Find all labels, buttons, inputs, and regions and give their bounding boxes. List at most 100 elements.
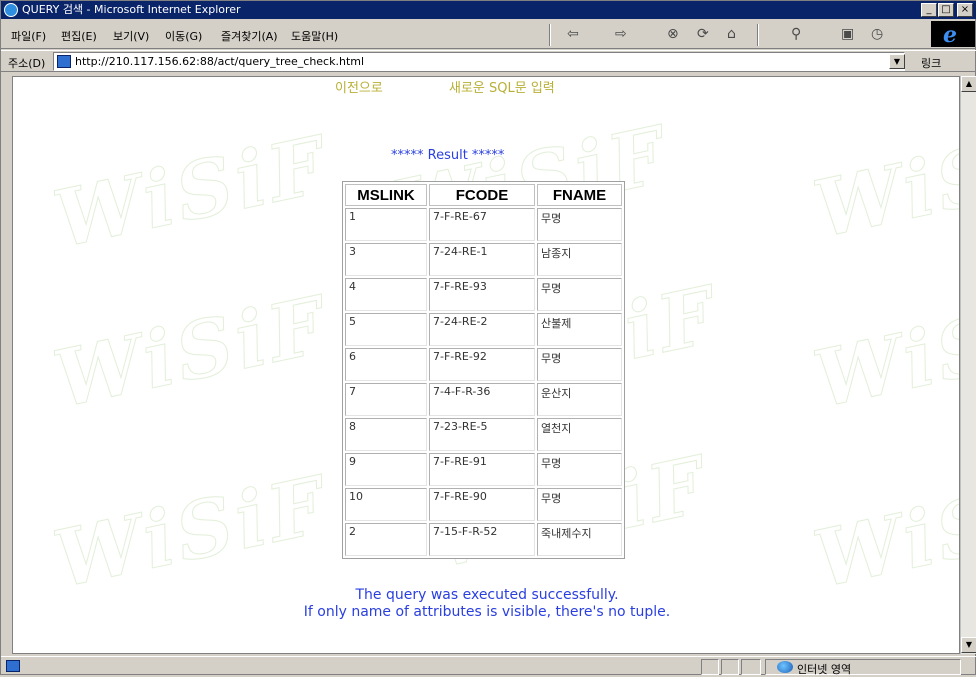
cell-fname: 남종지 <box>537 243 622 276</box>
cell-fcode: 7-F-RE-92 <box>429 348 535 381</box>
window-title: QUERY 검색 - Microsoft Internet Explorer <box>22 3 241 16</box>
history-icon[interactable]: ◷ <box>871 26 883 42</box>
column-header-mslink: MSLINK <box>345 184 427 206</box>
toolbar-separator <box>549 24 551 46</box>
address-bar-row: 주소(D) http://210.117.156.62:88/act/query… <box>1 50 976 72</box>
watermark: WiSiF <box>806 279 960 427</box>
page-status-icon <box>6 660 20 672</box>
page-icon <box>57 55 71 68</box>
cell-mslink: 8 <box>345 418 427 451</box>
cell-mslink: 1 <box>345 208 427 241</box>
cell-fname: 운산지 <box>537 383 622 416</box>
cell-fcode: 7-F-RE-67 <box>429 208 535 241</box>
ie-logo: e <box>931 21 975 48</box>
menu-edit[interactable]: 편집(E) <box>61 28 97 44</box>
cell-fname: 무명 <box>537 208 622 241</box>
refresh-icon[interactable]: ⟳ <box>697 26 709 42</box>
cell-fcode: 7-F-RE-93 <box>429 278 535 311</box>
title-bar: QUERY 검색 - Microsoft Internet Explorer _… <box>1 1 976 19</box>
watermark: WiSiF <box>806 459 960 607</box>
watermark: WiSiF <box>46 279 337 427</box>
table-row: 9 7-F-RE-91 무명 <box>345 453 622 486</box>
result-table: MSLINK FCODE FNAME 1 7-F-RE-67 무명 3 7-24… <box>342 181 625 559</box>
cell-fname: 무명 <box>537 348 622 381</box>
vertical-scrollbar[interactable]: ▲ ▼ <box>960 76 976 654</box>
cell-fcode: 7-15-F-R-52 <box>429 523 535 556</box>
cell-fcode: 7-24-RE-2 <box>429 313 535 346</box>
status-pane <box>701 659 719 675</box>
scroll-up-button[interactable]: ▲ <box>961 76 976 92</box>
table-row: 3 7-24-RE-1 남종지 <box>345 243 622 276</box>
forward-icon[interactable]: ⇨ <box>615 26 627 42</box>
table-row: 10 7-F-RE-90 무명 <box>345 488 622 521</box>
table-row: 1 7-F-RE-67 무명 <box>345 208 622 241</box>
column-header-fname: FNAME <box>537 184 622 206</box>
watermark: WiSiF <box>46 459 337 607</box>
watermark: WiSiF <box>806 109 960 257</box>
browser-window: QUERY 검색 - Microsoft Internet Explorer _… <box>0 0 976 676</box>
home-icon[interactable]: ⌂ <box>727 26 736 42</box>
favorites-icon[interactable]: ▣ <box>841 26 854 42</box>
address-label: 주소(D) <box>8 57 46 70</box>
new-sql-link[interactable]: 새로운 SQL문 입력 <box>449 77 555 96</box>
stop-icon[interactable]: ⊗ <box>667 26 679 42</box>
menu-go[interactable]: 이동(G) <box>165 28 202 44</box>
address-dropdown-button[interactable]: ▼ <box>889 54 905 69</box>
table-row: 8 7-23-RE-5 열천지 <box>345 418 622 451</box>
ie-window-icon <box>4 3 18 17</box>
cell-fname: 무명 <box>537 278 622 311</box>
scroll-down-button[interactable]: ▼ <box>961 637 976 653</box>
minimize-button[interactable]: _ <box>921 3 937 17</box>
result-message-line2: If only name of attributes is visible, t… <box>303 604 671 620</box>
page-content: WiSiF WiSiF WiSiF WiSiF WiSiF WiSiF WiSi… <box>12 76 960 654</box>
menu-toolbar-row: 파일(F) 편집(E) 보기(V) 이동(G) 즐겨찾기(A) 도움말(H) ⇦… <box>1 19 976 49</box>
search-icon[interactable]: ⚲ <box>791 26 801 42</box>
result-title: ***** Result ***** <box>391 148 505 163</box>
cell-fcode: 7-F-RE-90 <box>429 488 535 521</box>
menu-file[interactable]: 파일(F) <box>11 28 46 44</box>
cell-mslink: 2 <box>345 523 427 556</box>
table-header-row: MSLINK FCODE FNAME <box>345 184 622 206</box>
status-pane <box>721 659 739 675</box>
table-row: 5 7-24-RE-2 산불제 <box>345 313 622 346</box>
cell-fname: 죽내제수지 <box>537 523 622 556</box>
table-row: 7 7-4-F-R-36 운산지 <box>345 383 622 416</box>
prev-link[interactable]: 이전으로 <box>335 77 383 96</box>
status-pane <box>741 659 761 675</box>
cell-mslink: 5 <box>345 313 427 346</box>
result-message: The query was executed successfully. If … <box>13 587 959 621</box>
cell-fname: 산불제 <box>537 313 622 346</box>
cell-mslink: 4 <box>345 278 427 311</box>
table-row: 6 7-F-RE-92 무명 <box>345 348 622 381</box>
address-input[interactable]: http://210.117.156.62:88/act/query_tree_… <box>53 52 905 71</box>
globe-icon <box>777 661 793 673</box>
table-row: 4 7-F-RE-93 무명 <box>345 278 622 311</box>
watermark: WiSiF <box>46 119 337 267</box>
zone-pane <box>765 659 961 675</box>
cell-fcode: 7-23-RE-5 <box>429 418 535 451</box>
cell-fname: 무명 <box>537 453 622 486</box>
result-message-line1: The query was executed successfully. <box>355 587 619 603</box>
cell-fname: 무명 <box>537 488 622 521</box>
status-bar: 인터넷 영역 <box>1 656 976 676</box>
address-url: http://210.117.156.62:88/act/query_tree_… <box>75 55 365 68</box>
menu-favorites[interactable]: 즐겨찾기(A) <box>221 28 278 44</box>
cell-mslink: 6 <box>345 348 427 381</box>
menu-view[interactable]: 보기(V) <box>113 28 149 44</box>
column-header-fcode: FCODE <box>429 184 535 206</box>
cell-fcode: 7-4-F-R-36 <box>429 383 535 416</box>
links-button[interactable]: 링크 <box>921 55 941 71</box>
cell-fcode: 7-24-RE-1 <box>429 243 535 276</box>
cell-fname: 열천지 <box>537 418 622 451</box>
table-row: 2 7-15-F-R-52 죽내제수지 <box>345 523 622 556</box>
cell-mslink: 7 <box>345 383 427 416</box>
cell-mslink: 10 <box>345 488 427 521</box>
maximize-button[interactable]: □ <box>938 3 954 17</box>
back-icon[interactable]: ⇦ <box>567 26 579 42</box>
toolbar-separator <box>757 24 759 46</box>
close-button[interactable]: × <box>957 3 973 17</box>
ie-logo-glyph: e <box>943 22 957 48</box>
menu-help[interactable]: 도움말(H) <box>291 28 338 44</box>
cell-mslink: 3 <box>345 243 427 276</box>
cell-fcode: 7-F-RE-91 <box>429 453 535 486</box>
